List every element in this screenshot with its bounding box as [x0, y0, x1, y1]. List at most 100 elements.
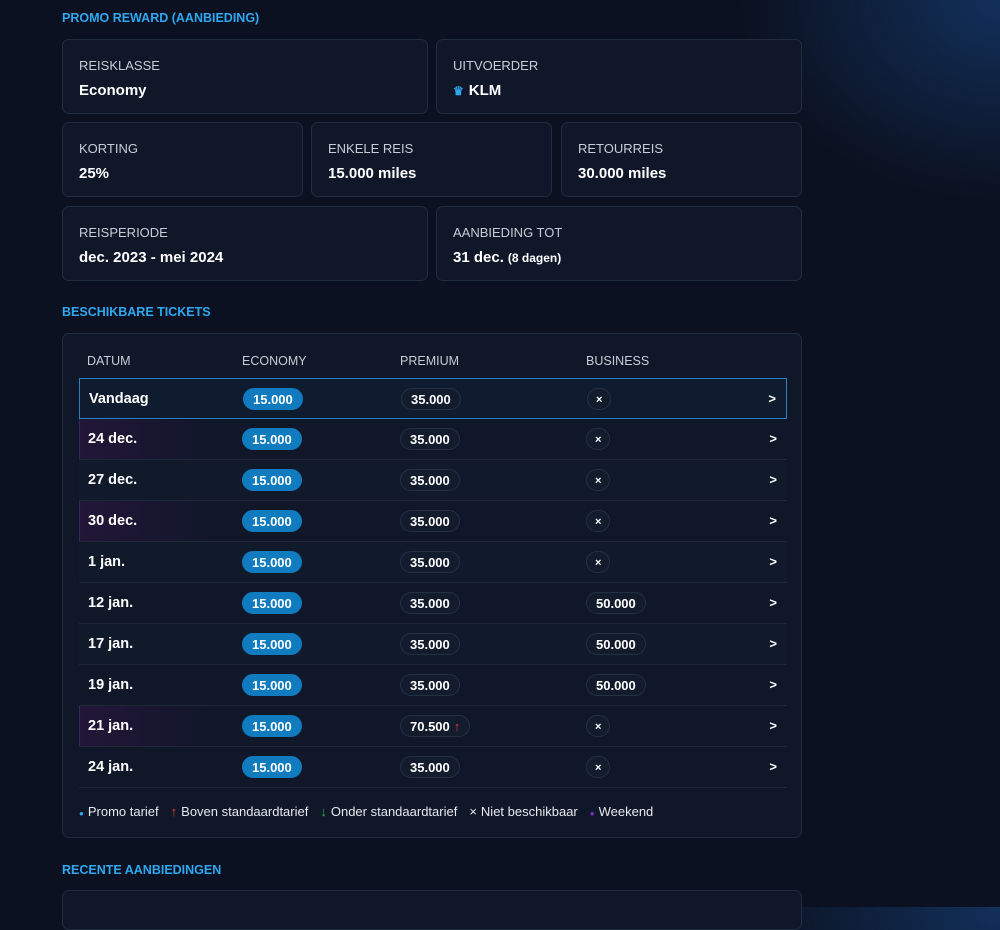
premium-value: 35.000 [410, 514, 450, 529]
premium-price-badge[interactable]: 35.000 [400, 633, 460, 655]
legend-item: ● Promo tarief [79, 804, 165, 819]
value: 31 dec. [453, 249, 504, 266]
legend-symbol-icon: ● [589, 809, 595, 818]
unavailable-badge: × [586, 756, 611, 778]
label: RETOURREIS [578, 141, 663, 156]
row-chevron-icon[interactable]: > [769, 513, 777, 528]
business-price-badge[interactable]: 50.000 [586, 674, 646, 696]
card-reisklasse: REISKLASSE Economy [62, 39, 428, 114]
economy-price-badge[interactable]: 15.000 [242, 633, 302, 655]
header-business: BUSINESS [586, 354, 650, 368]
header-datum: DATUM [87, 354, 131, 368]
business-price-badge[interactable]: 50.000 [586, 592, 646, 614]
economy-price-badge[interactable]: 15.000 [242, 715, 302, 737]
card-enkele-reis: ENKELE REIS 15.000 miles [311, 122, 552, 197]
row-date: 12 jan. [88, 595, 134, 611]
premium-price-badge[interactable]: 35.000 [401, 388, 461, 410]
premium-value: 35.000 [410, 760, 450, 775]
legend-label: Promo tarief [87, 804, 159, 819]
table-row[interactable]: 30 dec. 15.000 35.000 × > [79, 501, 787, 542]
legend-symbol-icon: × [469, 804, 477, 819]
row-chevron-icon[interactable]: > [769, 472, 777, 487]
card-reisperiode: REISPERIODE dec. 2023 - mei 2024 [62, 206, 428, 281]
crown-icon: ♛ [453, 84, 464, 98]
row-chevron-icon[interactable]: > [769, 677, 777, 692]
premium-price-badge[interactable]: 70.500 ↑ [400, 715, 471, 737]
row-date: Vandaag [89, 391, 149, 407]
legend-label: Boven standaardtarief [181, 804, 309, 819]
table-row[interactable]: 24 jan. 15.000 35.000 × > [79, 747, 787, 788]
legend: ● Promo tarief ↑ Boven standaardtarief ↓ Onde… [79, 804, 665, 819]
value: 25% [79, 165, 110, 182]
table-row[interactable]: Vandaag 15.000 35.000 × > [79, 378, 787, 419]
economy-price-badge[interactable]: 15.000 [243, 388, 303, 410]
row-date: 19 jan. [88, 677, 134, 693]
business-price-badge[interactable]: 50.000 [586, 633, 646, 655]
premium-price-badge[interactable]: 35.000 [400, 428, 460, 450]
legend-item: × Niet beschikbaar [469, 804, 583, 819]
row-chevron-icon[interactable]: > [769, 718, 777, 733]
card-aanbieding-tot: AANBIEDING TOT 31 dec. (8 dagen) [436, 206, 802, 281]
premium-value: 35.000 [410, 637, 450, 652]
legend-label: Onder standaardtarief [330, 804, 458, 819]
table-row[interactable]: 17 jan. 15.000 35.000 50.000 > [79, 624, 787, 665]
row-date: 17 jan. [88, 636, 134, 652]
table-row[interactable]: 24 dec. 15.000 35.000 × > [79, 419, 787, 460]
value: dec. 2023 - mei 2024 [79, 249, 224, 266]
section-title-promo: PROMO REWARD (AANBIEDING) [62, 11, 260, 25]
economy-price-badge[interactable]: 15.000 [242, 674, 302, 696]
economy-price-badge[interactable]: 15.000 [242, 551, 302, 573]
label: REISPERIODE [79, 225, 168, 240]
row-chevron-icon[interactable]: > [769, 759, 777, 774]
row-chevron-icon[interactable]: > [768, 391, 776, 406]
value: 30.000 miles [578, 165, 667, 182]
header-economy: ECONOMY [242, 354, 307, 368]
legend-label: Weekend [598, 804, 654, 819]
header-premium: PREMIUM [400, 354, 460, 368]
economy-price-badge[interactable]: 15.000 [242, 592, 302, 614]
label: KORTING [79, 141, 138, 156]
label: ENKELE REIS [328, 141, 414, 156]
tickets-table: DATUM ECONOMY PREMIUM BUSINESS Vandaag 15… [62, 333, 802, 838]
label: REISKLASSE [79, 58, 160, 73]
card-korting: KORTING 25% [62, 122, 303, 197]
premium-price-badge[interactable]: 35.000 [400, 551, 460, 573]
legend-item: ↓ Onder standaardtarief [320, 804, 463, 819]
section-title-tickets: BESCHIKBARE TICKETS [62, 305, 211, 319]
premium-price-badge[interactable]: 35.000 [400, 756, 460, 778]
legend-symbol-icon: ● [79, 809, 84, 818]
table-row[interactable]: 12 jan. 15.000 35.000 50.000 > [79, 583, 787, 624]
premium-price-badge[interactable]: 35.000 [400, 469, 460, 491]
row-chevron-icon[interactable]: > [769, 554, 777, 569]
economy-price-badge[interactable]: 15.000 [242, 428, 302, 450]
row-chevron-icon[interactable]: > [769, 431, 777, 446]
table-row[interactable]: 19 jan. 15.000 35.000 50.000 > [79, 665, 787, 706]
premium-value: 35.000 [410, 678, 450, 693]
row-date: 1 jan. [88, 554, 126, 570]
unavailable-badge: × [586, 510, 611, 532]
economy-price-badge[interactable]: 15.000 [242, 756, 302, 778]
row-date: 30 dec. [88, 513, 138, 529]
unavailable-badge: × [587, 388, 612, 410]
row-chevron-icon[interactable]: > [769, 636, 777, 651]
row-date: 21 jan. [88, 718, 134, 734]
premium-value: 35.000 [411, 392, 451, 407]
row-date: 24 dec. [88, 431, 138, 447]
table-row[interactable]: 21 jan. 15.000 70.500 ↑ × > [79, 706, 787, 747]
row-chevron-icon[interactable]: > [769, 595, 777, 610]
table-row[interactable]: 1 jan. 15.000 35.000 × > [79, 542, 787, 583]
premium-price-badge[interactable]: 35.000 [400, 592, 460, 614]
unavailable-badge: × [586, 469, 611, 491]
premium-value: 35.000 [410, 432, 450, 447]
economy-price-badge[interactable]: 15.000 [242, 469, 302, 491]
legend-label: Niet beschikbaar [480, 804, 578, 819]
premium-value: 70.500 [410, 719, 450, 734]
economy-price-badge[interactable]: 15.000 [242, 510, 302, 532]
value: KLM [468, 82, 502, 99]
table-row[interactable]: 27 dec. 15.000 35.000 × > [79, 460, 787, 501]
premium-price-badge[interactable]: 35.000 [400, 510, 460, 532]
premium-value: 35.000 [410, 596, 450, 611]
value: Economy [79, 82, 147, 99]
premium-price-badge[interactable]: 35.000 [400, 674, 460, 696]
days-left: (8 dagen) [507, 251, 562, 265]
